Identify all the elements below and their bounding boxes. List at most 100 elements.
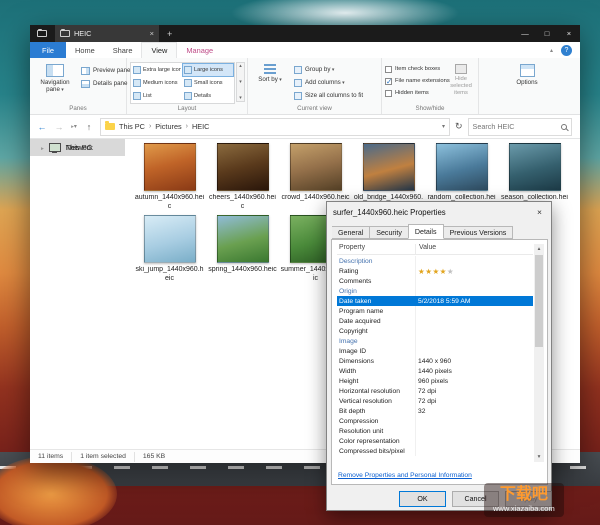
file-thumbnail[interactable]	[217, 215, 269, 263]
group-label-panes: Panes	[30, 105, 126, 112]
address-box[interactable]: This PC Pictures HEIC ▾	[100, 118, 450, 136]
file-item[interactable]: ski_jump_1440x960.heic	[133, 215, 206, 283]
ribbon-tab[interactable]: View	[141, 42, 177, 58]
file-item[interactable]: autumn_1440x960.heic	[133, 143, 206, 211]
ribbon-tab[interactable]: Share	[104, 42, 142, 58]
property-row[interactable]: Bit depth 32	[337, 406, 533, 416]
breadcrumb-segment[interactable]: Pictures	[155, 122, 192, 131]
address-dropdown-icon[interactable]: ▾	[442, 123, 445, 130]
property-row[interactable]: Program name	[337, 306, 533, 316]
property-row[interactable]: Comments	[337, 276, 533, 286]
property-row[interactable]: Horizontal resolution 72 dpi	[337, 386, 533, 396]
rating-stars-empty-icon[interactable]: ★	[447, 267, 454, 276]
show-hide-checkbox-row[interactable]: Hidden items	[385, 87, 445, 99]
ribbon-tab[interactable]: Manage	[177, 42, 222, 58]
dialog-tab[interactable]: General	[332, 226, 370, 239]
back-button[interactable]: ←	[36, 122, 48, 132]
search-box[interactable]	[468, 118, 572, 136]
scroll-down-icon[interactable]: ▾	[534, 452, 544, 462]
navigation-pane-button[interactable]: Navigation pane	[33, 61, 77, 105]
property-row[interactable]: Date acquired	[337, 316, 533, 326]
file-thumbnail[interactable]	[144, 143, 196, 191]
property-row[interactable]: Resolution unit	[337, 426, 533, 436]
gallery-scroll-down-icon[interactable]	[239, 95, 242, 101]
layout-gallery-scrollbar[interactable]	[236, 62, 245, 102]
view-option-button[interactable]: Add columns	[292, 76, 380, 89]
ribbon-tab[interactable]: Home	[66, 42, 104, 58]
details-pane-button[interactable]: Details pane	[79, 77, 126, 90]
property-row[interactable]: Compression	[337, 416, 533, 426]
layout-option[interactable]: Large icons	[183, 64, 233, 76]
gallery-more-icon[interactable]	[239, 79, 242, 85]
property-row[interactable]: Color representation	[337, 436, 533, 446]
rating-stars-filled-icon[interactable]: ★★★★	[418, 267, 447, 276]
property-row[interactable]: Image	[337, 336, 533, 346]
property-row[interactable]: Compressed bits/pixel	[337, 446, 533, 456]
refresh-icon[interactable]: ↻	[455, 121, 463, 132]
view-option-button[interactable]: Size all columns to fit	[292, 89, 380, 102]
property-row[interactable]: Image ID	[337, 346, 533, 356]
search-icon[interactable]	[561, 124, 567, 130]
dialog-tab[interactable]: Details	[408, 224, 444, 239]
file-thumbnail[interactable]	[436, 143, 488, 191]
file-thumbnail[interactable]	[509, 143, 561, 191]
layout-option[interactable]: Small icons	[183, 77, 233, 89]
layout-option[interactable]: List	[132, 90, 182, 102]
explorer-tab[interactable]: HEIC ×	[55, 25, 159, 42]
file-item[interactable]: cheers_1440x960.heic	[206, 143, 279, 211]
show-hide-checkbox-row[interactable]: Item check boxes	[385, 63, 445, 75]
sidebar-item[interactable]: Network	[30, 139, 125, 156]
expand-chevron-icon[interactable]	[41, 143, 44, 152]
breadcrumb-segment[interactable]: This PC	[119, 122, 155, 131]
property-row[interactable]: Width 1440 pixels	[337, 366, 533, 376]
property-row[interactable]: Vertical resolution 72 dpi	[337, 396, 533, 406]
remove-properties-link[interactable]: Remove Properties and Personal Informati…	[338, 472, 472, 479]
breadcrumb-segment[interactable]: HEIC	[192, 122, 209, 131]
forward-button[interactable]: →	[53, 122, 65, 132]
hide-selected-items-button[interactable]: Hide selected items	[444, 61, 478, 105]
dialog-tab[interactable]: Previous Versions	[444, 226, 514, 239]
up-button[interactable]: ↑	[83, 122, 95, 132]
property-row[interactable]: Rating ★★★★★	[337, 266, 533, 276]
show-hide-checkbox-row[interactable]: File name extensions	[385, 75, 445, 87]
layout-option[interactable]: Medium icons	[132, 77, 182, 89]
checkbox-icon[interactable]	[385, 90, 392, 97]
ok-button[interactable]: OK	[399, 491, 446, 507]
file-thumbnail[interactable]	[363, 143, 415, 191]
property-row[interactable]: Dimensions 1440 x 960	[337, 356, 533, 366]
property-row[interactable]: Date taken 5/2/2018 5:59 AM	[337, 296, 533, 306]
layout-option[interactable]: Extra large icons	[132, 64, 182, 76]
dialog-close-icon[interactable]: ×	[534, 207, 545, 217]
file-menu-button[interactable]: File	[30, 42, 66, 58]
sort-by-button[interactable]: Sort by	[252, 61, 288, 105]
preview-pane-button[interactable]: Preview pane	[79, 64, 126, 77]
recent-locations-icon[interactable]: ▾	[70, 123, 78, 130]
checkbox-icon[interactable]	[385, 66, 392, 73]
file-thumbnail[interactable]	[144, 215, 196, 263]
column-header-value[interactable]: Value	[415, 244, 533, 254]
property-row[interactable]: Origin	[337, 286, 533, 296]
options-button[interactable]: Options	[505, 61, 549, 105]
new-tab-button[interactable]: +	[167, 29, 172, 39]
minimize-button[interactable]: —	[514, 25, 536, 42]
maximize-button[interactable]: □	[536, 25, 558, 42]
property-row[interactable]: Height 960 pixels	[337, 376, 533, 386]
scroll-up-icon[interactable]: ▴	[534, 244, 544, 254]
checkbox-icon[interactable]	[385, 78, 392, 85]
dialog-tab[interactable]: Security	[370, 226, 409, 239]
help-icon[interactable]: ?	[561, 45, 572, 56]
file-thumbnail[interactable]	[217, 143, 269, 191]
scrollbar-thumb[interactable]	[535, 255, 543, 347]
property-row[interactable]: Copyright	[337, 326, 533, 336]
file-thumbnail[interactable]	[290, 143, 342, 191]
property-row[interactable]: Description	[337, 256, 533, 266]
tab-close-icon[interactable]: ×	[150, 29, 154, 38]
gallery-scroll-up-icon[interactable]	[239, 63, 242, 69]
close-button[interactable]: ×	[558, 25, 580, 42]
view-option-button[interactable]: Group by	[292, 63, 380, 76]
file-item[interactable]: spring_1440x960.heic	[206, 215, 279, 283]
layout-option[interactable]: Details	[183, 90, 233, 102]
column-header-property[interactable]: Property	[337, 244, 415, 254]
collapse-ribbon-icon[interactable]: ▴	[550, 47, 553, 54]
details-scrollbar[interactable]: ▴ ▾	[534, 244, 544, 462]
